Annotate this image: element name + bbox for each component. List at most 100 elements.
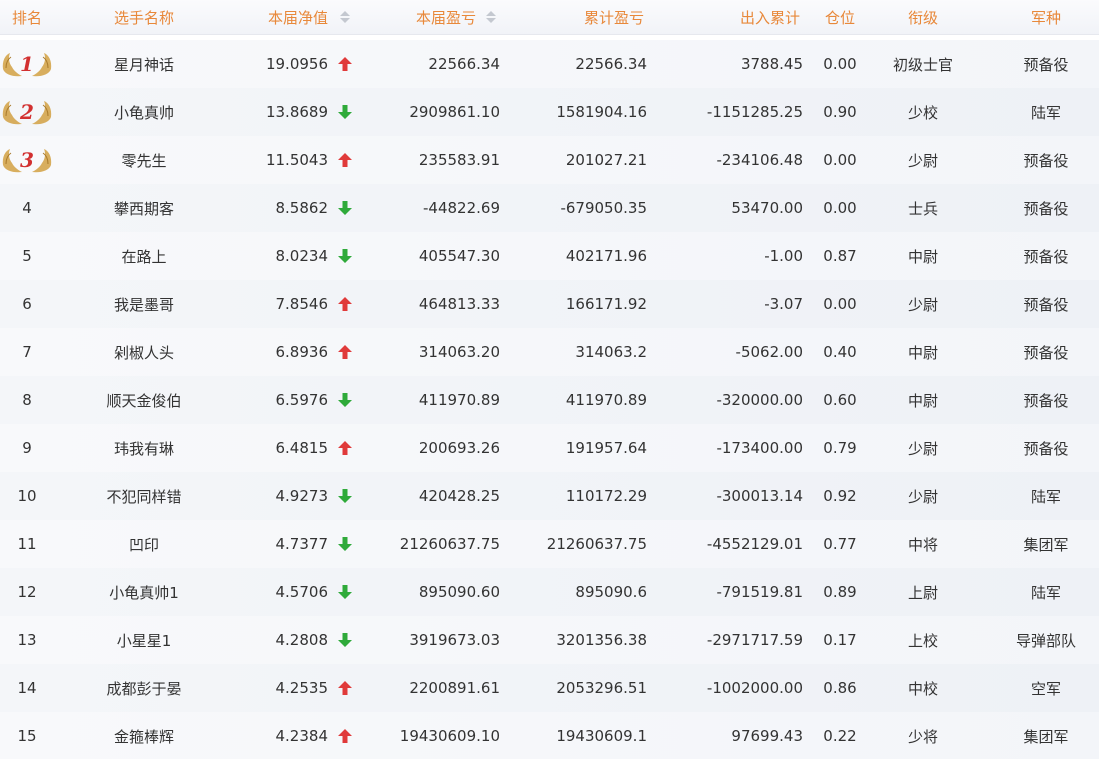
player-name-link[interactable]: 攀西期客 bbox=[84, 184, 204, 232]
table-row[interactable]: 2 小龟真帅 13.8689 2909861.10 1581904.16 -1151285… bbox=[0, 88, 1099, 136]
cash-flow-cell: -1.00 bbox=[764, 247, 803, 265]
sort-icon bbox=[486, 9, 496, 25]
position-cell: 0.79 bbox=[823, 439, 857, 457]
profit-cell: 19430609.10 bbox=[399, 727, 500, 745]
player-name-link[interactable]: 金箍棒辉 bbox=[84, 712, 204, 759]
trend-up-arrow-icon bbox=[337, 680, 353, 696]
table-row[interactable]: 14 成都彭于晏 4.2535 2200891.61 2053296.51 -100200… bbox=[0, 664, 1099, 712]
rank-cell: 11 bbox=[17, 535, 37, 553]
medal-wings-icon: 2 bbox=[0, 97, 54, 127]
trend-cell bbox=[338, 328, 352, 376]
army-cell: 陆军 bbox=[1030, 103, 1061, 122]
nav-cell: 4.5706 bbox=[214, 568, 329, 616]
table-body: 1 星月神话 19.0956 22566.34 22566.34 3788.45 0.00 初… bbox=[0, 40, 1099, 759]
army-cell: 陆军 bbox=[1030, 583, 1061, 602]
medal-wings-icon: 3 bbox=[0, 145, 54, 175]
player-name-link[interactable]: 顺天金俊伯 bbox=[84, 376, 204, 424]
table-row[interactable]: 7 剁椒人头 6.8936 314063.20 314063.2 -5062.00 0.40… bbox=[0, 328, 1099, 376]
rank-number: 1 bbox=[20, 52, 34, 76]
title-cell: 上尉 bbox=[907, 583, 938, 602]
cash-flow-cell: -320000.00 bbox=[716, 391, 803, 409]
position-cell: 0.00 bbox=[823, 199, 857, 217]
position-cell: 0.00 bbox=[823, 55, 857, 73]
player-name-link[interactable]: 凹印 bbox=[84, 520, 204, 568]
nav-value: 4.2384 bbox=[275, 727, 329, 745]
title-cell: 少校 bbox=[907, 103, 938, 122]
profit-cell: 405547.30 bbox=[418, 247, 500, 265]
table-row[interactable]: 10 不犯同样错 4.9273 420428.25 110172.29 -300013.1… bbox=[0, 472, 1099, 520]
army-cell: 预备役 bbox=[1023, 151, 1069, 170]
nav-value: 6.5976 bbox=[275, 391, 329, 409]
total-profit-cell: 22566.34 bbox=[575, 55, 647, 73]
trend-cell bbox=[338, 424, 352, 472]
rank-cell: 8 bbox=[22, 391, 32, 409]
header-profit-sort-button[interactable]: 本届盈亏 bbox=[380, 0, 476, 34]
title-cell: 中尉 bbox=[907, 391, 938, 410]
ranking-table: 排名 选手名称 本届净值 本届盈亏 累计盈亏 出入累计 仓位 衔级 军种 1 星月… bbox=[0, 0, 1099, 759]
profit-cell: 22566.34 bbox=[428, 55, 500, 73]
sort-icon bbox=[340, 9, 350, 25]
nav-cell: 6.4815 bbox=[214, 424, 329, 472]
table-row[interactable]: 9 玮我有琳 6.4815 200693.26 191957.64 -173400.00 0… bbox=[0, 424, 1099, 472]
player-name-link[interactable]: 我是墨哥 bbox=[84, 280, 204, 328]
army-cell: 导弹部队 bbox=[1015, 631, 1076, 650]
player-name-link[interactable]: 剁椒人头 bbox=[84, 328, 204, 376]
profit-cell: 895090.60 bbox=[418, 583, 500, 601]
nav-value: 13.8689 bbox=[265, 103, 328, 121]
sort-profit-button[interactable] bbox=[484, 0, 498, 34]
trend-up-arrow-icon bbox=[337, 56, 353, 72]
trend-down-arrow-icon bbox=[337, 632, 353, 648]
nav-cell: 4.9273 bbox=[214, 472, 329, 520]
nav-value: 7.8546 bbox=[275, 295, 329, 313]
position-cell: 0.00 bbox=[823, 151, 857, 169]
rank-cell: 7 bbox=[22, 343, 32, 361]
nav-cell: 6.5976 bbox=[214, 376, 329, 424]
table-row[interactable]: 12 小龟真帅1 4.5706 895090.60 895090.6 -791519.81… bbox=[0, 568, 1099, 616]
title-cell: 中尉 bbox=[907, 343, 938, 362]
army-cell: 集团军 bbox=[1023, 535, 1069, 554]
nav-value: 11.5043 bbox=[265, 151, 328, 169]
title-cell: 少尉 bbox=[907, 151, 938, 170]
sort-nav-button[interactable] bbox=[338, 0, 352, 34]
army-cell: 预备役 bbox=[1023, 55, 1069, 74]
header-total-profit: 累计盈亏 bbox=[583, 8, 644, 27]
table-row[interactable]: 15 金箍棒辉 4.2384 19430609.10 19430609.1 97699.4… bbox=[0, 712, 1099, 759]
table-row[interactable]: 3 零先生 11.5043 235583.91 201027.21 -234106.48 0… bbox=[0, 136, 1099, 184]
header-rank: 排名 bbox=[11, 8, 42, 27]
rank-cell: 4 bbox=[22, 199, 32, 217]
title-cell: 初级士官 bbox=[892, 55, 953, 74]
rank-cell: 15 bbox=[17, 727, 37, 745]
title-cell: 少将 bbox=[907, 727, 938, 746]
rank-cell: 9 bbox=[22, 439, 32, 457]
table-row[interactable]: 5 在路上 8.0234 405547.30 402171.96 -1.00 0.87 中尉 预… bbox=[0, 232, 1099, 280]
player-name-link[interactable]: 不犯同样错 bbox=[84, 472, 204, 520]
table-row[interactable]: 1 星月神话 19.0956 22566.34 22566.34 3788.45 0.00 初… bbox=[0, 40, 1099, 88]
player-name-link[interactable]: 小龟真帅 bbox=[84, 88, 204, 136]
table-row[interactable]: 4 攀西期客 8.5862 -44822.69 -679050.35 53470.00 0.… bbox=[0, 184, 1099, 232]
player-name-link[interactable]: 玮我有琳 bbox=[84, 424, 204, 472]
header-nav-sort-button[interactable]: 本届净值 bbox=[214, 0, 328, 34]
player-name-link[interactable]: 零先生 bbox=[84, 136, 204, 184]
table-row[interactable]: 13 小星星1 4.2808 3919673.03 3201356.38 -2971717… bbox=[0, 616, 1099, 664]
trend-down-arrow-icon bbox=[337, 488, 353, 504]
table-row[interactable]: 6 我是墨哥 7.8546 464813.33 166171.92 -3.07 0.00 少尉… bbox=[0, 280, 1099, 328]
table-row[interactable]: 11 凹印 4.7377 21260637.75 21260637.75 -4552129… bbox=[0, 520, 1099, 568]
player-name-link[interactable]: 星月神话 bbox=[84, 40, 204, 88]
position-cell: 0.86 bbox=[823, 679, 857, 697]
trend-down-arrow-icon bbox=[337, 536, 353, 552]
nav-value: 6.4815 bbox=[275, 439, 329, 457]
player-name-link[interactable]: 成都彭于晏 bbox=[84, 664, 204, 712]
player-name-link[interactable]: 在路上 bbox=[84, 232, 204, 280]
trend-up-arrow-icon bbox=[337, 440, 353, 456]
trend-up-arrow-icon bbox=[337, 344, 353, 360]
trend-cell bbox=[338, 568, 352, 616]
trend-cell bbox=[338, 664, 352, 712]
player-name-link[interactable]: 小星星1 bbox=[84, 616, 204, 664]
cash-flow-cell: -173400.00 bbox=[716, 439, 803, 457]
player-name-link[interactable]: 小龟真帅1 bbox=[84, 568, 204, 616]
cash-flow-cell: -3.07 bbox=[764, 295, 803, 313]
trend-down-arrow-icon bbox=[337, 392, 353, 408]
position-cell: 0.92 bbox=[823, 487, 857, 505]
nav-cell: 7.8546 bbox=[214, 280, 329, 328]
table-row[interactable]: 8 顺天金俊伯 6.5976 411970.89 411970.89 -320000.00… bbox=[0, 376, 1099, 424]
